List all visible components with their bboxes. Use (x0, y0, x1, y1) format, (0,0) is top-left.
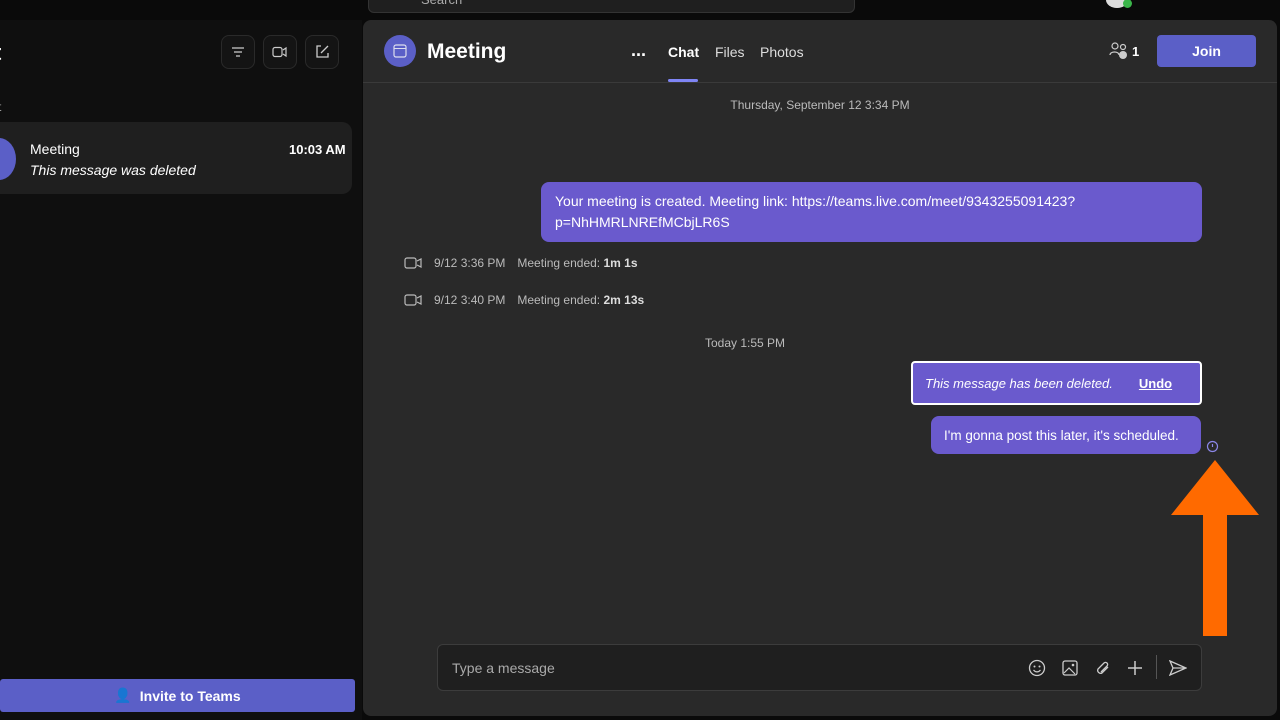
new-chat-button[interactable] (305, 35, 339, 69)
tab-chat[interactable]: Chat (668, 44, 699, 60)
event-duration: 2m 13s (603, 293, 645, 307)
meeting-event: 9/12 3:36 PM Meeting ended: 1m 1s (404, 256, 638, 270)
meet-now-button[interactable] (263, 35, 297, 69)
avatar[interactable] (1106, 0, 1132, 8)
emoji-button[interactable] (1027, 658, 1047, 678)
clock-icon[interactable] (1206, 440, 1219, 453)
scheduled-message-bubble[interactable]: I'm gonna post this later, it's schedule… (931, 416, 1201, 454)
deleted-message-bubble: This message has been deleted. Undo (911, 361, 1202, 405)
event-duration: 1m 1s (603, 256, 638, 270)
filter-button[interactable] (221, 35, 255, 69)
message-bubble[interactable]: Your meeting is created. Meeting link: h… (541, 182, 1202, 242)
event-time: 9/12 3:40 PM (434, 293, 506, 307)
send-button[interactable] (1168, 658, 1188, 678)
tab-files[interactable]: Files (715, 44, 745, 60)
invite-label: Invite to Teams (139, 687, 241, 704)
participants-button[interactable]: 1 (1109, 42, 1139, 60)
calendar-icon (393, 44, 407, 58)
undo-link[interactable]: Undo (1139, 373, 1172, 394)
meeting-avatar (384, 35, 416, 67)
add-person-icon: 👤 (114, 687, 132, 703)
chat-list-item[interactable] (0, 122, 352, 194)
video-icon (272, 46, 287, 58)
chat-title: Meeting (427, 40, 507, 63)
timestamp: Today 1:55 PM (704, 336, 786, 350)
emoji-icon (1028, 659, 1046, 677)
tab-photos[interactable]: Photos (760, 44, 804, 60)
join-button[interactable]: Join (1157, 35, 1256, 67)
participant-count: 1 (1132, 43, 1140, 59)
pane-title: t (0, 40, 1, 66)
filter-icon (232, 47, 244, 57)
chat-time: 10:03 AM (289, 142, 346, 157)
image-icon (1062, 660, 1078, 676)
plus-icon (1128, 661, 1142, 675)
paperclip-icon (1097, 661, 1109, 674)
compose-icon (316, 45, 329, 58)
chat-name: Meeting (30, 141, 80, 157)
invite-to-teams-button[interactable]: 👤 Invite to Teams (0, 679, 355, 712)
annotation-arrow-icon (1171, 460, 1259, 636)
attach-button[interactable] (1093, 658, 1113, 678)
send-icon (1169, 660, 1187, 676)
event-time: 9/12 3:36 PM (434, 256, 506, 270)
video-icon (404, 257, 422, 269)
chat-preview: This message was deleted (30, 162, 196, 178)
deleted-notice: This message has been deleted. (925, 375, 1113, 391)
people-icon (1109, 42, 1127, 59)
event-label: Meeting ended: (517, 256, 601, 270)
more-actions-button[interactable] (1125, 658, 1145, 678)
timestamp: Thursday, September 12 3:34 PM (730, 98, 910, 112)
more-options-button[interactable]: ... (631, 40, 646, 61)
meeting-event: 9/12 3:40 PM Meeting ended: 2m 13s (404, 293, 644, 307)
video-icon (404, 294, 422, 306)
section-label: t (0, 100, 1, 114)
divider (363, 82, 1277, 83)
image-button[interactable] (1060, 658, 1080, 678)
event-label: Meeting ended: (517, 293, 601, 307)
active-tab-indicator (668, 79, 698, 82)
search-input[interactable]: Search (368, 0, 855, 13)
divider (1156, 655, 1157, 679)
status-dot (1123, 0, 1132, 8)
message-input[interactable]: Type a message (452, 660, 555, 676)
